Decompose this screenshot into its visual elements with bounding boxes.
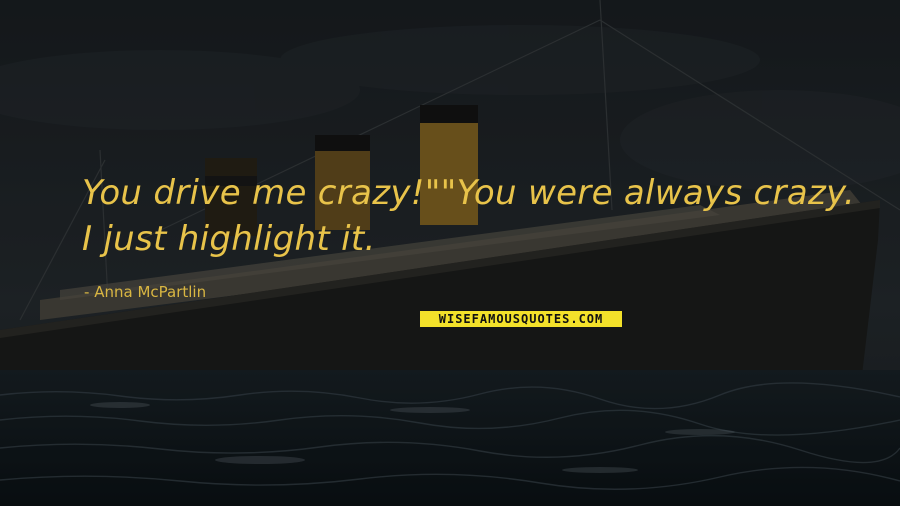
quote-card: You drive me crazy!""You were always cra… xyxy=(0,0,900,506)
quote-text: You drive me crazy!""You were always cra… xyxy=(82,170,862,262)
author-prefix: - xyxy=(84,283,90,301)
quote-line-1: You drive me crazy!""You were always cra… xyxy=(82,173,856,213)
quote-line-2: I just highlight it. xyxy=(82,219,376,259)
author-name: Anna McPartlin xyxy=(94,283,207,301)
brand-watermark: WISEFAMOUSQUOTES.COM xyxy=(420,311,622,327)
author-attribution: - Anna McPartlin xyxy=(84,283,206,301)
